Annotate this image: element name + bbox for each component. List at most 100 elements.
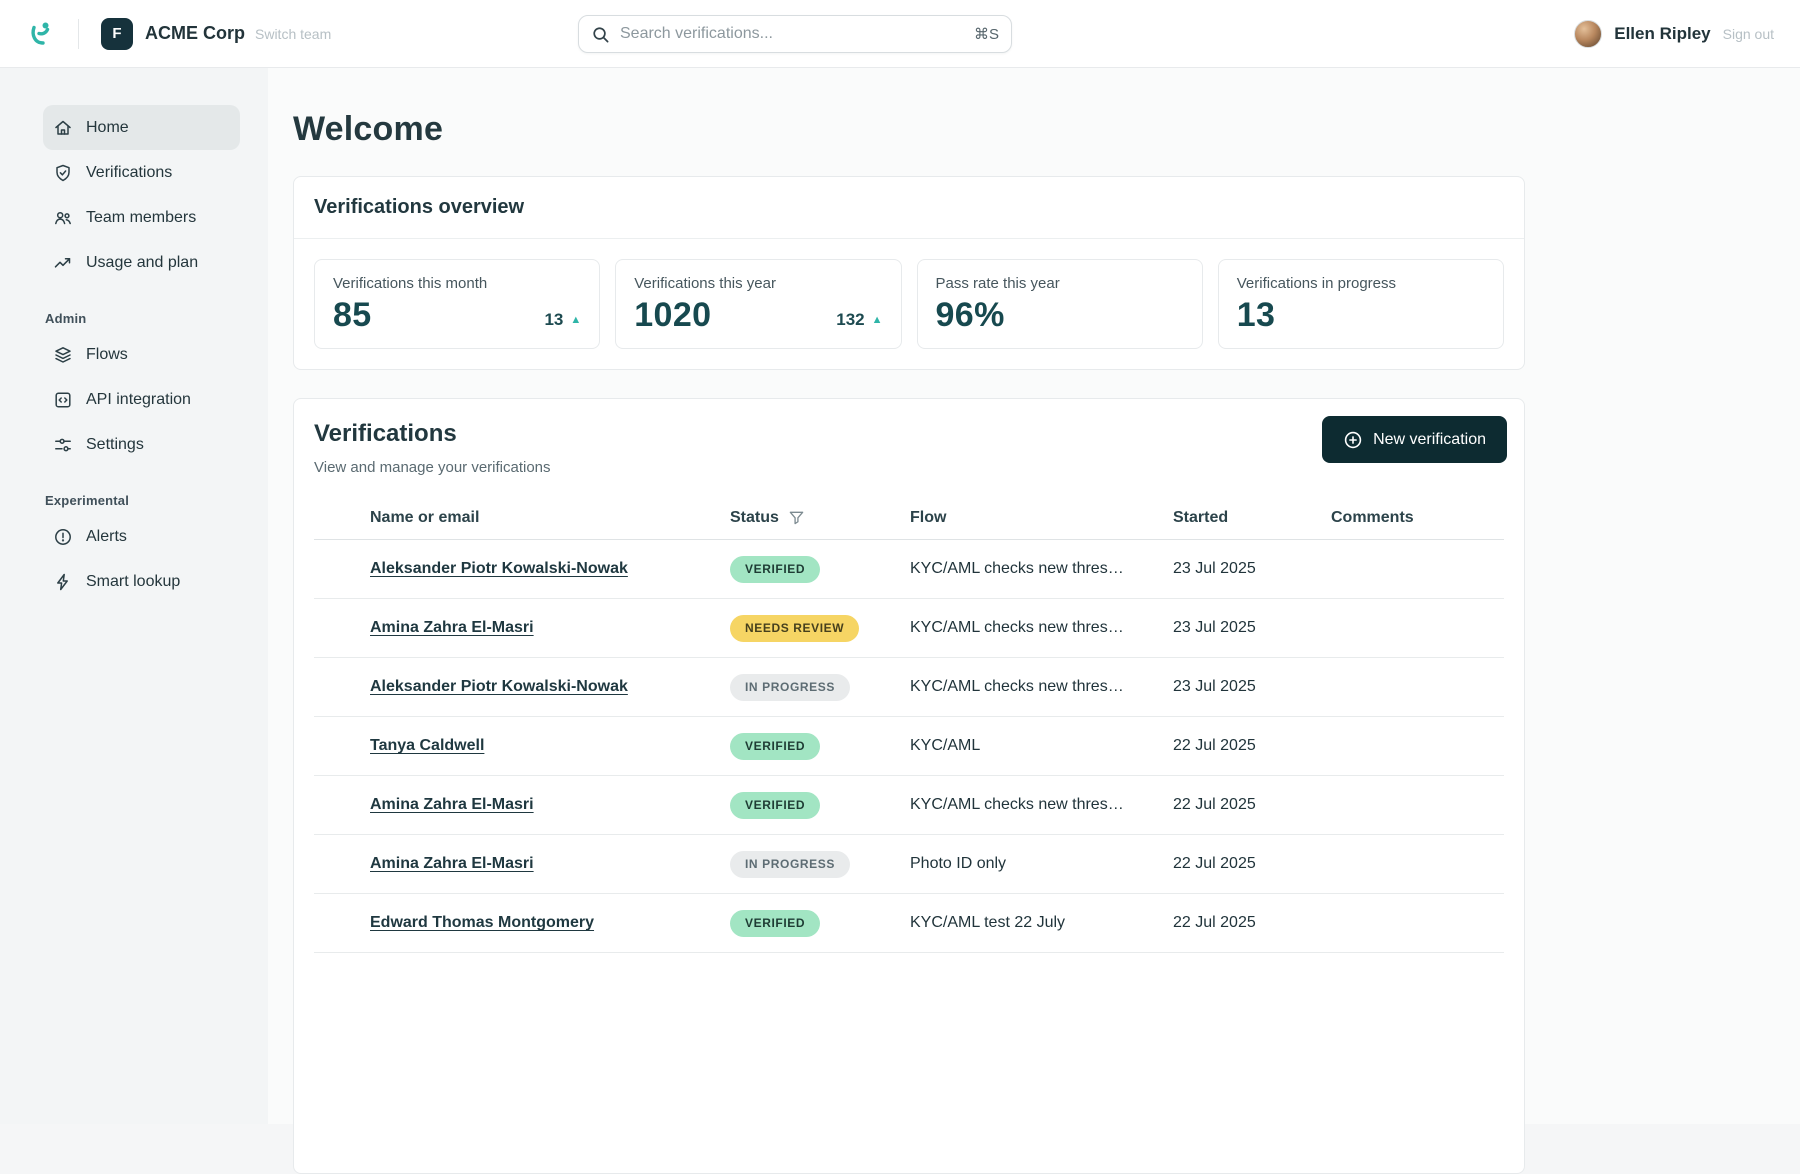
sidebar-item-flows[interactable]: Flows	[43, 332, 240, 377]
sign-out-link[interactable]: Sign out	[1723, 26, 1774, 42]
team-icon	[53, 208, 73, 228]
sidebar-item-label: Smart lookup	[86, 573, 180, 591]
user-name: Ellen Ripley	[1614, 24, 1710, 44]
overview-title: Verifications overview	[294, 177, 1524, 239]
sidebar-item-usage-and-plan[interactable]: Usage and plan	[43, 240, 240, 285]
stat-label: Verifications in progress	[1237, 275, 1485, 292]
cell-flow: KYC/AML checks new thres…	[910, 796, 1173, 814]
column-header-name: Name or email	[314, 509, 730, 527]
cell-flow: Photo ID only	[910, 855, 1173, 873]
divider	[78, 19, 79, 49]
column-header-status: Status	[730, 509, 910, 527]
stat-value: 13	[1237, 296, 1276, 335]
stat-label: Pass rate this year	[936, 275, 1184, 292]
cell-started: 22 Jul 2025	[1173, 737, 1331, 755]
cell-status: NEEDS REVIEW	[730, 615, 910, 642]
main-content: Welcome Verifications overview Verificat…	[268, 68, 1800, 1124]
verification-name-link[interactable]: Edward Thomas Montgomery	[370, 914, 594, 931]
sidebar-item-label: Team members	[86, 209, 196, 227]
team-avatar: F	[101, 18, 133, 50]
table-bottom-space	[314, 953, 1504, 1173]
table-row: Edward Thomas Montgomery VERIFIED KYC/AM…	[314, 894, 1504, 953]
cell-name: Amina Zahra El-Masri	[314, 855, 730, 873]
stat-card-pass-rate: Pass rate this year 96%	[917, 259, 1203, 349]
verification-name-link[interactable]: Amina Zahra El-Masri	[370, 855, 534, 872]
stat-label: Verifications this year	[634, 275, 882, 292]
api-code-icon	[53, 390, 73, 410]
sidebar-item-label: Usage and plan	[86, 254, 198, 272]
table-row: Tanya Caldwell VERIFIED KYC/AML 22 Jul 2…	[314, 717, 1504, 776]
sidebar-item-label: Settings	[86, 436, 144, 454]
cell-status: VERIFIED	[730, 910, 910, 937]
verification-name-link[interactable]: Tanya Caldwell	[370, 737, 484, 754]
status-badge: IN PROGRESS	[730, 674, 850, 701]
sidebar-item-team-members[interactable]: Team members	[43, 195, 240, 240]
cell-status: VERIFIED	[730, 556, 910, 583]
verification-name-link[interactable]: Aleksander Piotr Kowalski-Nowak	[370, 560, 628, 577]
cell-name: Aleksander Piotr Kowalski-Nowak	[314, 560, 730, 578]
home-icon	[53, 118, 73, 138]
user-avatar[interactable]	[1574, 20, 1602, 48]
cell-started: 22 Jul 2025	[1173, 796, 1331, 814]
team-name: ACME Corp	[145, 23, 245, 44]
column-header-flow: Flow	[910, 509, 1173, 527]
verification-name-link[interactable]: Amina Zahra El-Masri	[370, 619, 534, 636]
status-badge: NEEDS REVIEW	[730, 615, 859, 642]
cell-status: VERIFIED	[730, 792, 910, 819]
sidebar-item-verifications[interactable]: Verifications	[43, 150, 240, 195]
cell-name: Amina Zahra El-Masri	[314, 619, 730, 637]
stat-delta: 132 ▲	[836, 310, 882, 335]
status-badge: IN PROGRESS	[730, 851, 850, 878]
switch-team-link[interactable]: Switch team	[255, 26, 331, 42]
status-badge: VERIFIED	[730, 556, 820, 583]
sidebar-item-label: API integration	[86, 391, 191, 409]
stat-value: 1020	[634, 296, 711, 335]
alert-circle-icon	[53, 527, 73, 547]
status-badge: VERIFIED	[730, 910, 820, 937]
sidebar-item-alerts[interactable]: Alerts	[43, 514, 240, 559]
cell-flow: KYC/AML checks new thres…	[910, 619, 1173, 637]
delta-up-icon: ▲	[570, 315, 581, 326]
sidebar-item-api-integration[interactable]: API integration	[43, 377, 240, 422]
table-row: Amina Zahra El-Masri IN PROGRESS Photo I…	[314, 835, 1504, 894]
stat-card-month: Verifications this month 85 13 ▲	[314, 259, 600, 349]
status-badge: VERIFIED	[730, 792, 820, 819]
verification-name-link[interactable]: Amina Zahra El-Masri	[370, 796, 534, 813]
verification-name-link[interactable]: Aleksander Piotr Kowalski-Nowak	[370, 678, 628, 695]
cell-started: 22 Jul 2025	[1173, 855, 1331, 873]
cell-status: IN PROGRESS	[730, 674, 910, 701]
plus-circle-icon	[1343, 430, 1363, 450]
table-header: Name or email Status Flow Started Commen…	[314, 496, 1504, 540]
cell-name: Edward Thomas Montgomery	[314, 914, 730, 932]
layers-icon	[53, 345, 73, 365]
cell-started: 23 Jul 2025	[1173, 619, 1331, 637]
topbar: F ACME Corp Switch team ⌘S Ellen Ripley …	[0, 0, 1800, 68]
sidebar: Home Verifications Team members	[0, 68, 268, 1124]
cell-status: IN PROGRESS	[730, 851, 910, 878]
sidebar-item-label: Verifications	[86, 164, 172, 182]
sidebar-item-smart-lookup[interactable]: Smart lookup	[43, 559, 240, 604]
verifications-overview-card: Verifications overview Verifications thi…	[293, 176, 1525, 370]
search-box[interactable]: ⌘S	[578, 15, 1012, 53]
cell-flow: KYC/AML	[910, 737, 1173, 755]
new-verification-button[interactable]: New verification	[1322, 416, 1507, 463]
column-header-started: Started	[1173, 509, 1331, 527]
topbar-user-area: Ellen Ripley Sign out	[1574, 20, 1774, 48]
verifications-table: Name or email Status Flow Started Commen…	[314, 496, 1504, 1173]
search-input[interactable]	[620, 25, 964, 43]
logo-icon	[26, 19, 56, 49]
table-row: Aleksander Piotr Kowalski-Nowak IN PROGR…	[314, 658, 1504, 717]
search-shortcut: ⌘S	[974, 25, 999, 43]
sidebar-item-label: Home	[86, 119, 129, 137]
cell-started: 23 Jul 2025	[1173, 678, 1331, 696]
stat-label: Verifications this month	[333, 275, 581, 292]
table-row: Amina Zahra El-Masri NEEDS REVIEW KYC/AM…	[314, 599, 1504, 658]
verifications-card: Verifications View and manage your verif…	[293, 398, 1525, 1174]
sidebar-item-settings[interactable]: Settings	[43, 422, 240, 467]
cell-status: VERIFIED	[730, 733, 910, 760]
table-row: Aleksander Piotr Kowalski-Nowak VERIFIED…	[314, 540, 1504, 599]
cell-flow: KYC/AML checks new thres…	[910, 560, 1173, 578]
filter-icon[interactable]	[788, 509, 805, 526]
stat-value: 85	[333, 296, 372, 335]
sidebar-item-home[interactable]: Home	[43, 105, 240, 150]
